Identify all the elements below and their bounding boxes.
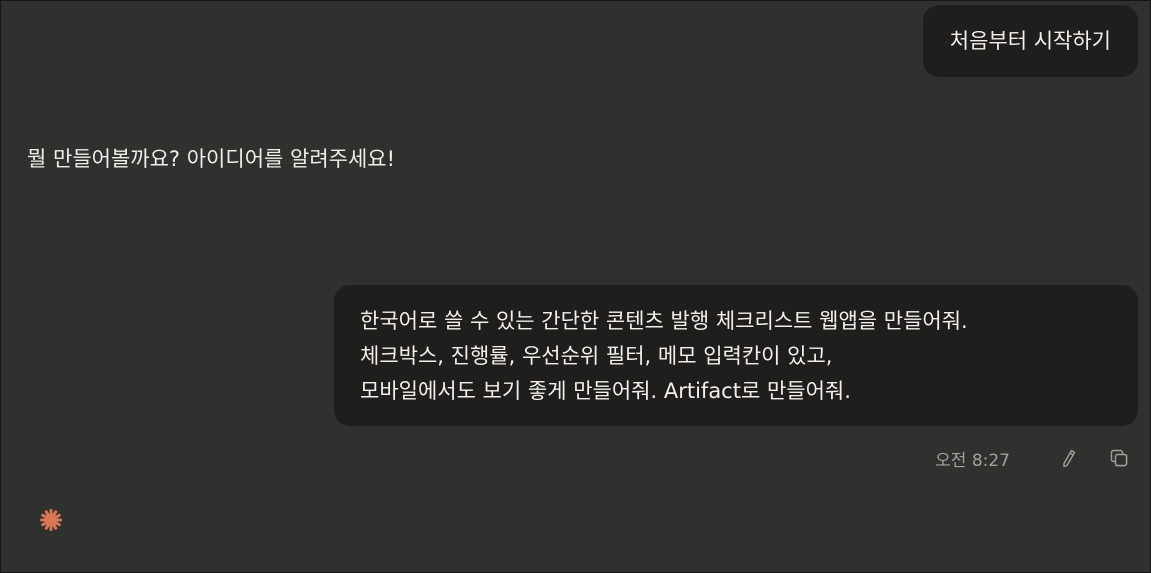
message-timestamp: 오전 8:27 [935,450,1010,471]
edit-message-button[interactable] [1054,443,1084,473]
message-actions: 오전 8:27 [935,442,1134,474]
copy-icon [1110,449,1128,467]
user-message-line: 체크박스, 진행률, 우선순위 필터, 메모 입력칸이 있고, [360,344,833,368]
user-message-bubble: 한국어로 쓸 수 있는 간단한 콘텐츠 발행 체크리스트 웹앱을 만들어줘. 체… [334,285,1138,426]
user-message-line: 한국어로 쓸 수 있는 간단한 콘텐츠 발행 체크리스트 웹앱을 만들어줘. [360,309,968,333]
user-message-line: 모바일에서도 보기 좋게 만들어줘. Artifact로 만들어줘. [360,379,851,403]
spark-icon [40,509,62,531]
user-message-text: 처음부터 시작하기 [949,28,1111,53]
assistant-message-text: 뭘 만들어볼까요? 아이디어를 알려주세요! [27,147,396,171]
pencil-icon [1063,449,1076,468]
copy-message-button[interactable] [1104,443,1134,473]
user-message-bubble: 처음부터 시작하기 [922,5,1138,77]
chat-thread: 처음부터 시작하기 뭘 만들어볼까요? 아이디어를 알려주세요! 한국어로 쓸 … [1,1,1151,573]
